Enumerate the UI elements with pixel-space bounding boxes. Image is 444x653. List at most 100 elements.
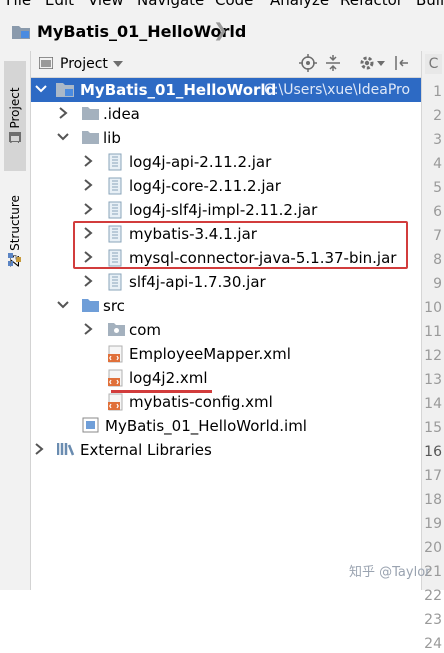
tree-item-external-libraries[interactable]: External Libraries	[31, 438, 421, 462]
caret-down-icon[interactable]	[113, 61, 123, 67]
tree-root[interactable]: MyBatis_01_HelloWorld C:\Users\xue\IdeaP…	[31, 78, 421, 102]
xml-file-icon	[108, 345, 123, 363]
tree-item-label: External Libraries	[80, 441, 212, 459]
tab-structure[interactable]: Z: Structure	[4, 175, 26, 287]
line-number: 2	[433, 108, 442, 124]
tree-item-src[interactable]: src	[31, 294, 421, 318]
editor-tab-stub[interactable]: C	[425, 54, 442, 74]
chevron-right-icon[interactable]	[33, 442, 45, 456]
collapse-all-icon[interactable]	[324, 54, 342, 72]
tree-item-lib[interactable]: lib	[31, 126, 421, 150]
jar-icon	[108, 273, 122, 291]
tree-item-xml[interactable]: mybatis-config.xml	[31, 390, 421, 414]
folder-icon	[82, 131, 99, 144]
tree-item-label: .idea	[103, 105, 140, 123]
tree-item-jar[interactable]: log4j-api-2.11.2.jar	[31, 150, 421, 174]
tree-item-label: log4j2.xml	[129, 369, 208, 387]
chevron-right-icon[interactable]	[82, 202, 94, 216]
tree-item-com[interactable]: com	[31, 318, 421, 342]
tree-root-path: C:\Users\xue\IdeaPro	[264, 82, 411, 98]
jar-icon	[108, 201, 122, 219]
project-view-selector[interactable]: Project	[60, 55, 108, 73]
tree-item-label: log4j-core-2.11.2.jar	[129, 177, 281, 195]
line-number: 20	[424, 540, 442, 556]
line-number: 7	[433, 228, 442, 244]
tree-item-jar[interactable]: log4j-core-2.11.2.jar	[31, 174, 421, 198]
tree-item-label: slf4j-api-1.7.30.jar	[129, 273, 266, 291]
tree-item-label: mybatis-config.xml	[129, 393, 273, 411]
gear-icon[interactable]	[358, 54, 376, 72]
tab-project[interactable]: 1: Project	[4, 61, 26, 171]
menu-file[interactable]: File	[6, 0, 31, 9]
tree-item-label: src	[103, 297, 125, 315]
jar-icon	[108, 177, 122, 195]
menu-bar: File Edit View Navigate Code Analyze Ref…	[0, 0, 444, 12]
structure-tab-icon	[8, 253, 21, 266]
menu-navigate[interactable]: Navigate	[137, 0, 204, 9]
chevron-down-icon[interactable]	[57, 298, 69, 312]
line-number: 19	[424, 516, 442, 532]
tree-item-xml[interactable]: EmployeeMapper.xml	[31, 342, 421, 366]
menu-build[interactable]: Build	[416, 0, 444, 9]
gear-caret-icon[interactable]	[377, 61, 385, 66]
source-folder-icon	[82, 299, 99, 312]
watermark: 知乎 @Taylor	[349, 565, 431, 580]
tree-item-label: lib	[103, 129, 121, 147]
line-number: 15	[424, 420, 442, 436]
project-tree: MyBatis_01_HelloWorld C:\Users\xue\IdeaP…	[31, 78, 421, 590]
line-number: 24	[424, 636, 442, 652]
line-number: 10	[424, 300, 442, 316]
menu-refactor[interactable]: Refactor	[340, 0, 403, 9]
line-number: 12	[424, 348, 442, 364]
line-number: 5	[433, 180, 442, 196]
tree-item-iml[interactable]: MyBatis_01_HelloWorld.iml	[31, 414, 421, 438]
chevron-right-icon[interactable]	[82, 274, 94, 288]
tool-window-strip: 1: Project Z: Structure	[0, 51, 31, 590]
line-number: 14	[424, 396, 442, 412]
tree-item-label: EmployeeMapper.xml	[129, 345, 291, 363]
tree-item-label: MyBatis_01_HelloWorld.iml	[105, 417, 307, 435]
jar-icon	[108, 153, 122, 171]
project-folder-icon	[12, 26, 30, 39]
line-number: 18	[424, 492, 442, 508]
chevron-down-icon[interactable]	[57, 130, 69, 144]
tree-item-label: log4j-slf4j-impl-2.11.2.jar	[129, 201, 318, 219]
tree-item-xml[interactable]: log4j2.xml	[31, 366, 421, 390]
xml-file-icon	[108, 369, 123, 387]
project-tab-icon	[9, 132, 21, 142]
line-number: 13	[424, 372, 442, 388]
tree-root-label: MyBatis_01_HelloWorld	[80, 81, 277, 99]
package-icon	[108, 323, 125, 336]
menu-analyze[interactable]: Analyze	[270, 0, 329, 9]
line-number: 1	[433, 84, 442, 100]
line-number: 8	[433, 252, 442, 268]
hide-panel-icon[interactable]	[393, 54, 411, 72]
line-number: 6	[433, 204, 442, 220]
tree-item-jar[interactable]: slf4j-api-1.7.30.jar	[31, 270, 421, 294]
folder-icon	[82, 107, 99, 120]
line-number: 16	[424, 444, 442, 460]
chevron-down-icon[interactable]	[35, 82, 47, 96]
line-number: 4	[433, 156, 442, 172]
line-number: 17	[424, 468, 442, 484]
chevron-right-icon: ❯	[213, 20, 229, 41]
tree-item-idea[interactable]: .idea	[31, 102, 421, 126]
chevron-right-icon[interactable]	[82, 154, 94, 168]
chevron-right-icon[interactable]	[82, 322, 94, 336]
chevron-right-icon[interactable]	[57, 106, 69, 120]
menu-code[interactable]: Code	[215, 0, 253, 9]
editor-gutter: C 1 2 3 4 5 6 7 8 9 10 11 12 13 14 15 16 17 18 19 20 21 22 23 2…	[421, 51, 444, 652]
tree-item-label: log4j-api-2.11.2.jar	[129, 153, 272, 171]
line-number: 23	[424, 612, 442, 628]
tree-item-jar[interactable]: log4j-slf4j-impl-2.11.2.jar	[31, 198, 421, 222]
line-number: 11	[424, 324, 442, 340]
menu-edit[interactable]: Edit	[45, 0, 74, 9]
module-folder-icon	[56, 83, 74, 97]
chevron-right-icon[interactable]	[82, 178, 94, 192]
line-number: 9	[433, 276, 442, 292]
line-number: 3	[433, 132, 442, 148]
annotation-highlight-box	[73, 221, 408, 269]
tree-item-label: com	[129, 321, 162, 339]
locate-file-icon[interactable]	[299, 54, 317, 72]
menu-view[interactable]: View	[88, 0, 124, 9]
